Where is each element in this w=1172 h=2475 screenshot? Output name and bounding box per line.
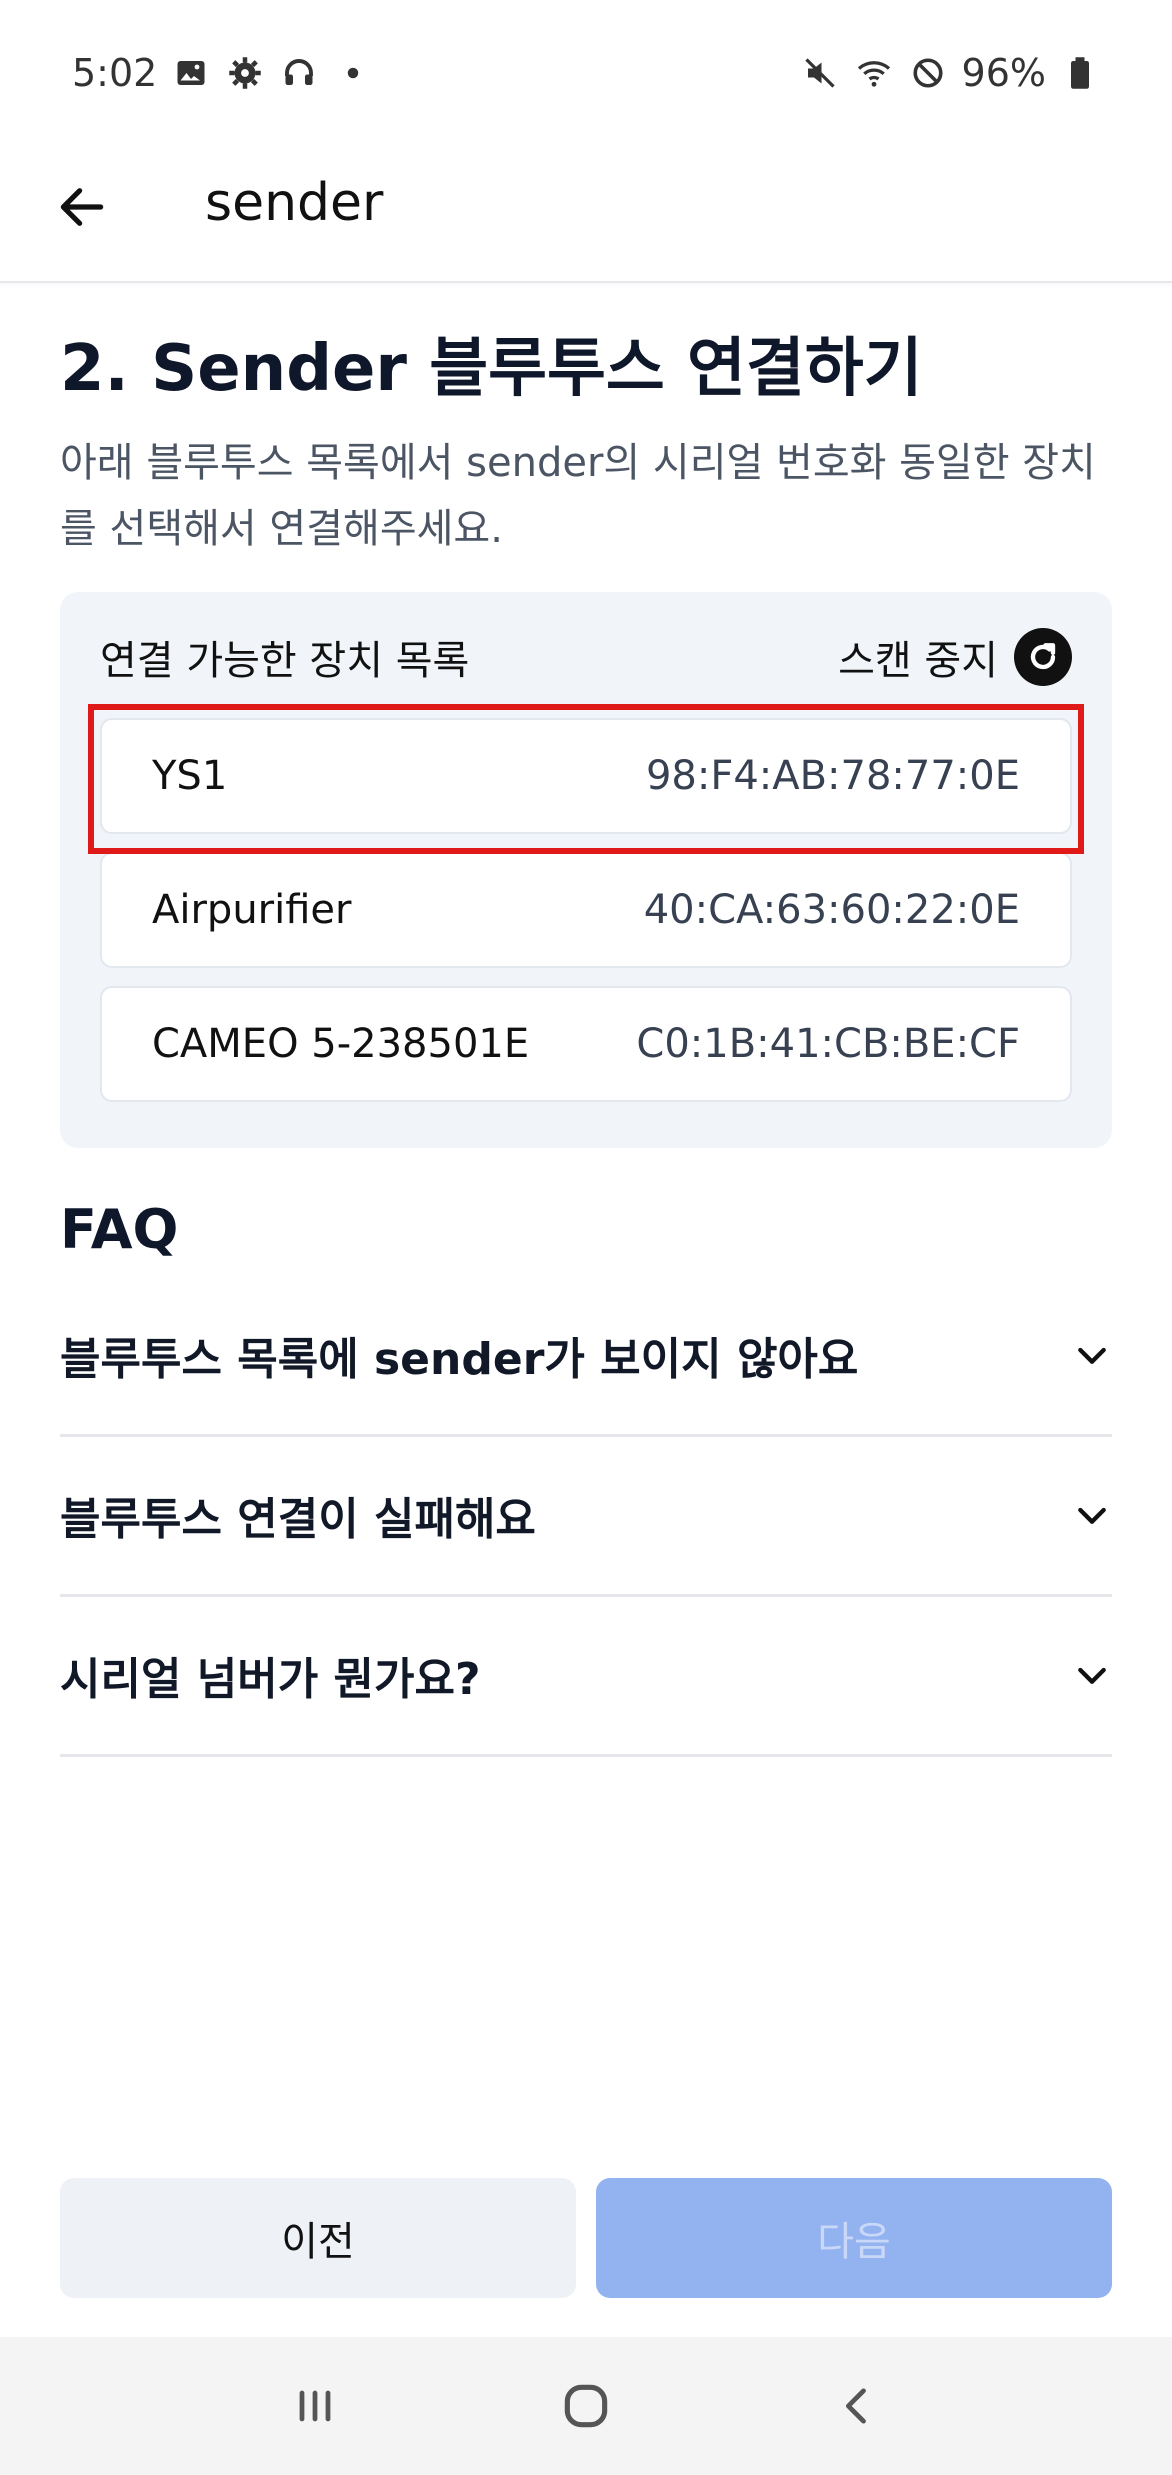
status-right: 96% <box>800 51 1100 95</box>
device-name: YS1 <box>152 752 228 799</box>
battery-percent: 96% <box>961 50 1046 95</box>
device-name: Airpurifier <box>152 886 352 933</box>
refresh-icon[interactable] <box>1014 627 1072 686</box>
home-icon[interactable] <box>546 2366 626 2446</box>
device-panel-header: 연결 가능한 장치 목록 스캔 중지 <box>100 622 1072 692</box>
chevron-down-icon[interactable] <box>1072 1655 1112 1695</box>
faq-item-not-visible[interactable]: 블루투스 목록에 sender가 보이지 않아요 <box>60 1277 1112 1437</box>
main-content: 2. Sender 블루투스 연결하기 아래 블루투스 목록에서 sender의… <box>60 283 1112 1757</box>
next-button[interactable]: 다음 <box>596 2178 1112 2298</box>
page-description: 아래 블루투스 목록에서 sender의 시리얼 번호화 동일한 장치를 선택해… <box>60 439 1096 552</box>
recent-apps-icon[interactable] <box>275 2366 355 2446</box>
status-left: 5:02 <box>72 51 373 95</box>
scan-stop-label: 스캔 중지 <box>838 637 998 684</box>
wifi-icon <box>854 53 894 93</box>
faq-title: FAQ <box>60 1197 179 1261</box>
page-title: 2. Sender 블루투스 연결하기 <box>60 332 923 406</box>
bottom-buttons: 이전 다음 <box>60 2178 1112 2298</box>
system-nav-bar <box>0 2337 1172 2475</box>
do-not-disturb-icon <box>908 53 948 93</box>
faq-question: 블루투스 연결이 실패해요 <box>60 1494 536 1546</box>
device-mac: C0:1B:41:CB:BE:CF <box>636 1020 1020 1067</box>
gallery-icon <box>171 53 211 93</box>
status-time: 5:02 <box>72 50 158 95</box>
back-arrow-icon[interactable] <box>50 175 114 239</box>
scan-stop-button[interactable]: 스캔 중지 <box>838 627 1072 686</box>
device-name: CAMEO 5-238501E <box>152 1020 530 1067</box>
device-list: YS1 98:F4:AB:78:77:0E Airpurifier 40:CA:… <box>100 704 1072 1134</box>
faq-question: 블루투스 목록에 sender가 보이지 않아요 <box>60 1334 859 1386</box>
status-bar: 5:02 96% <box>0 0 1172 145</box>
faq-question: 시리얼 넘버가 뭔가요? <box>60 1654 481 1706</box>
chevron-down-icon[interactable] <box>1072 1335 1112 1375</box>
headphones-icon <box>279 53 319 93</box>
device-item-ys1[interactable]: YS1 98:F4:AB:78:77:0E <box>100 717 1072 834</box>
back-nav-icon[interactable] <box>817 2366 897 2446</box>
chevron-down-icon[interactable] <box>1072 1495 1112 1535</box>
device-panel-title: 연결 가능한 장치 목록 <box>100 637 470 684</box>
app-bar: sender <box>0 145 1172 283</box>
dot-icon <box>333 53 373 93</box>
vibrate-mute-icon <box>800 53 840 93</box>
faq-item-connection-failed[interactable]: 블루투스 연결이 실패해요 <box>60 1437 1112 1597</box>
device-mac: 98:F4:AB:78:77:0E <box>645 752 1020 799</box>
device-item-cameo[interactable]: CAMEO 5-238501E C0:1B:41:CB:BE:CF <box>100 985 1072 1102</box>
settings-gear-icon <box>225 53 265 93</box>
prev-button[interactable]: 이전 <box>60 2178 576 2298</box>
battery-icon <box>1060 53 1100 93</box>
device-item-airpurifier[interactable]: Airpurifier 40:CA:63:60:22:0E <box>100 851 1072 968</box>
faq-list: 블루투스 목록에 sender가 보이지 않아요 블루투스 연결이 실패해요 시… <box>60 1277 1112 1757</box>
device-mac: 40:CA:63:60:22:0E <box>643 886 1020 933</box>
device-panel: 연결 가능한 장치 목록 스캔 중지 YS1 98:F4:AB:78:77:0E… <box>60 591 1112 1148</box>
faq-item-serial-number[interactable]: 시리얼 넘버가 뭔가요? <box>60 1597 1112 1757</box>
app-title: sender <box>205 173 384 233</box>
